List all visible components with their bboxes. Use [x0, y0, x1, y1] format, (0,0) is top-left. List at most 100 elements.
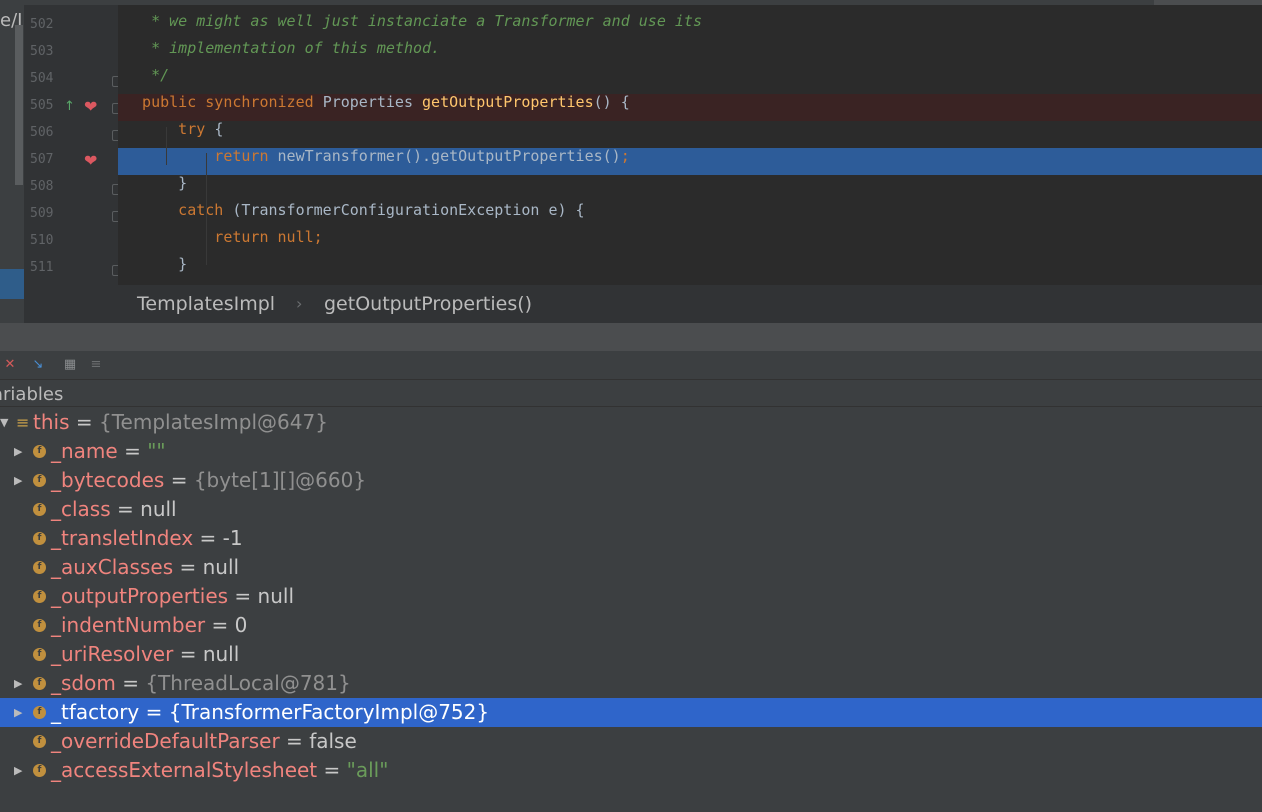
variables-tree[interactable]: ▼ ≡ this = {TemplatesImpl@647} ▶ f _name =…: [0, 407, 1262, 812]
collapse-arrow-icon[interactable]: ▼: [0, 408, 8, 437]
code-line: * implementation of this method.: [124, 39, 441, 57]
variable-row-root[interactable]: ▼ ≡ this = {TemplatesImpl@647}: [0, 408, 1262, 437]
variable-value: null: [257, 584, 294, 608]
field-icon: f: [33, 648, 46, 661]
field-icon: f: [33, 764, 46, 777]
variable-value: {byte[1][]@660}: [193, 468, 367, 492]
variable-value: null: [140, 497, 177, 521]
field-icon: f: [33, 561, 46, 574]
code-line: catch (TransformerConfigurationException…: [124, 201, 585, 219]
breadcrumb-class[interactable]: TemplatesImpl: [137, 285, 275, 323]
code-editor[interactable]: * we might as well just instanciate a Tr…: [118, 5, 1262, 285]
variable-row[interactable]: f _overrideDefaultParser = false: [0, 727, 1262, 756]
variable-name: this: [33, 410, 70, 434]
line-number[interactable]: 503: [30, 44, 60, 59]
expand-arrow-icon[interactable]: ▶: [14, 756, 22, 785]
line-number[interactable]: 506: [30, 125, 60, 140]
variable-row[interactable]: ▶ f _name = "": [0, 437, 1262, 466]
field-icon: f: [33, 445, 46, 458]
line-number[interactable]: 508: [30, 179, 60, 194]
breakpoint-icon[interactable]: ❤: [84, 97, 97, 116]
code-line: return null;: [124, 228, 323, 246]
variable-value: "": [147, 439, 166, 463]
line-number[interactable]: 505: [30, 98, 60, 113]
variable-row[interactable]: ▶ f _accessExternalStylesheet = "all": [0, 756, 1262, 785]
expand-arrow-icon[interactable]: ▶: [14, 466, 22, 495]
expand-arrow-icon[interactable]: ▶: [14, 669, 22, 698]
editor-gutter[interactable]: 502 503 504 505 ❤ ↑ 506 507 ❤ 508 509 510 511: [24, 5, 123, 285]
variables-header: ariables: [0, 380, 1262, 407]
variable-value: null: [202, 642, 240, 666]
variable-row[interactable]: f _uriResolver = null: [0, 640, 1262, 669]
line-number[interactable]: 510: [30, 233, 60, 248]
breadcrumb-method[interactable]: getOutputProperties(): [324, 285, 532, 323]
field-icon: f: [33, 590, 46, 603]
remove-watch-icon[interactable]: ✕: [2, 357, 18, 373]
variable-name: _indentNumber: [51, 613, 206, 637]
variable-row[interactable]: f _auxClasses = null: [0, 553, 1262, 582]
project-panel: e/I: [0, 5, 24, 323]
field-icon: f: [33, 474, 46, 487]
variable-value: false: [309, 729, 357, 753]
code-line: }: [124, 174, 188, 192]
object-icon: ≡: [16, 413, 30, 432]
variable-row[interactable]: ▶ f _bytecodes = {byte[1][]@660}: [0, 466, 1262, 495]
breadcrumb-separator-icon: ›: [296, 294, 303, 313]
field-icon: f: [33, 503, 46, 516]
debugger-toolbar: ✕ ↘ ▦ ≡: [0, 351, 1262, 380]
breadcrumb: TemplatesImpl › getOutputProperties(): [24, 285, 1262, 323]
variable-value: {TransformerFactoryImpl@752}: [168, 700, 490, 724]
indent-guide: [166, 127, 167, 165]
variable-row[interactable]: ▶ f _sdom = {ThreadLocal@781}: [0, 669, 1262, 698]
variable-name: _tfactory: [51, 700, 140, 724]
settings-icon[interactable]: ≡: [88, 357, 104, 373]
field-icon: f: [33, 735, 46, 748]
expand-arrow-icon[interactable]: ▶: [14, 437, 22, 466]
field-icon: f: [33, 706, 46, 719]
variable-name: _class: [51, 497, 111, 521]
field-icon: f: [33, 532, 46, 545]
variable-name: _outputProperties: [51, 584, 229, 608]
field-icon: f: [33, 677, 46, 690]
expand-arrow-icon[interactable]: ▶: [14, 698, 22, 727]
variable-value: {ThreadLocal@781}: [145, 671, 351, 695]
table-view-icon[interactable]: ▦: [62, 357, 78, 373]
line-number[interactable]: 504: [30, 71, 60, 86]
line-number[interactable]: 507: [30, 152, 60, 167]
code-line: */: [124, 66, 170, 84]
variable-name: _overrideDefaultParser: [51, 729, 280, 753]
code-line: public synchronized Properties getOutput…: [124, 93, 630, 111]
variable-name: _accessExternalStylesheet: [51, 758, 318, 782]
line-number[interactable]: 502: [30, 17, 60, 32]
variable-value: {TemplatesImpl@647}: [98, 410, 328, 434]
line-number[interactable]: 509: [30, 206, 60, 221]
variable-value: null: [202, 555, 240, 579]
code-line: try {: [124, 120, 224, 138]
variable-name: _uriResolver: [51, 642, 174, 666]
variable-value: -1: [222, 526, 243, 550]
line-number[interactable]: 511: [30, 260, 60, 275]
variable-name: _sdom: [51, 671, 116, 695]
variable-name: _auxClasses: [51, 555, 174, 579]
step-into-icon[interactable]: ↘: [30, 357, 46, 373]
code-line: }: [124, 255, 188, 273]
variable-row[interactable]: f _outputProperties = null: [0, 582, 1262, 611]
variable-value: "all": [346, 758, 389, 782]
code-line: return newTransformer().getOutputPropert…: [124, 147, 630, 165]
field-icon: f: [33, 619, 46, 632]
override-icon[interactable]: ↑: [64, 99, 75, 114]
breakpoint-icon[interactable]: ❤: [84, 151, 97, 170]
variable-row[interactable]: ▶ f _tfactory = {TransformerFactoryImpl@75…: [0, 698, 1262, 727]
variable-name: _transletIndex: [51, 526, 194, 550]
variable-name: _name: [51, 439, 118, 463]
variable-row[interactable]: f _class = null: [0, 495, 1262, 524]
indent-guide: [206, 153, 207, 265]
code-line: * we might as well just instanciate a Tr…: [124, 12, 702, 30]
panel-separator[interactable]: [0, 323, 1262, 351]
project-scrollbar[interactable]: [15, 25, 23, 185]
variable-row[interactable]: f _indentNumber = 0: [0, 611, 1262, 640]
variable-name: _bytecodes: [51, 468, 165, 492]
project-selected-item[interactable]: [0, 269, 24, 299]
variable-row[interactable]: f _transletIndex = -1: [0, 524, 1262, 553]
variables-title: ariables: [0, 384, 64, 405]
